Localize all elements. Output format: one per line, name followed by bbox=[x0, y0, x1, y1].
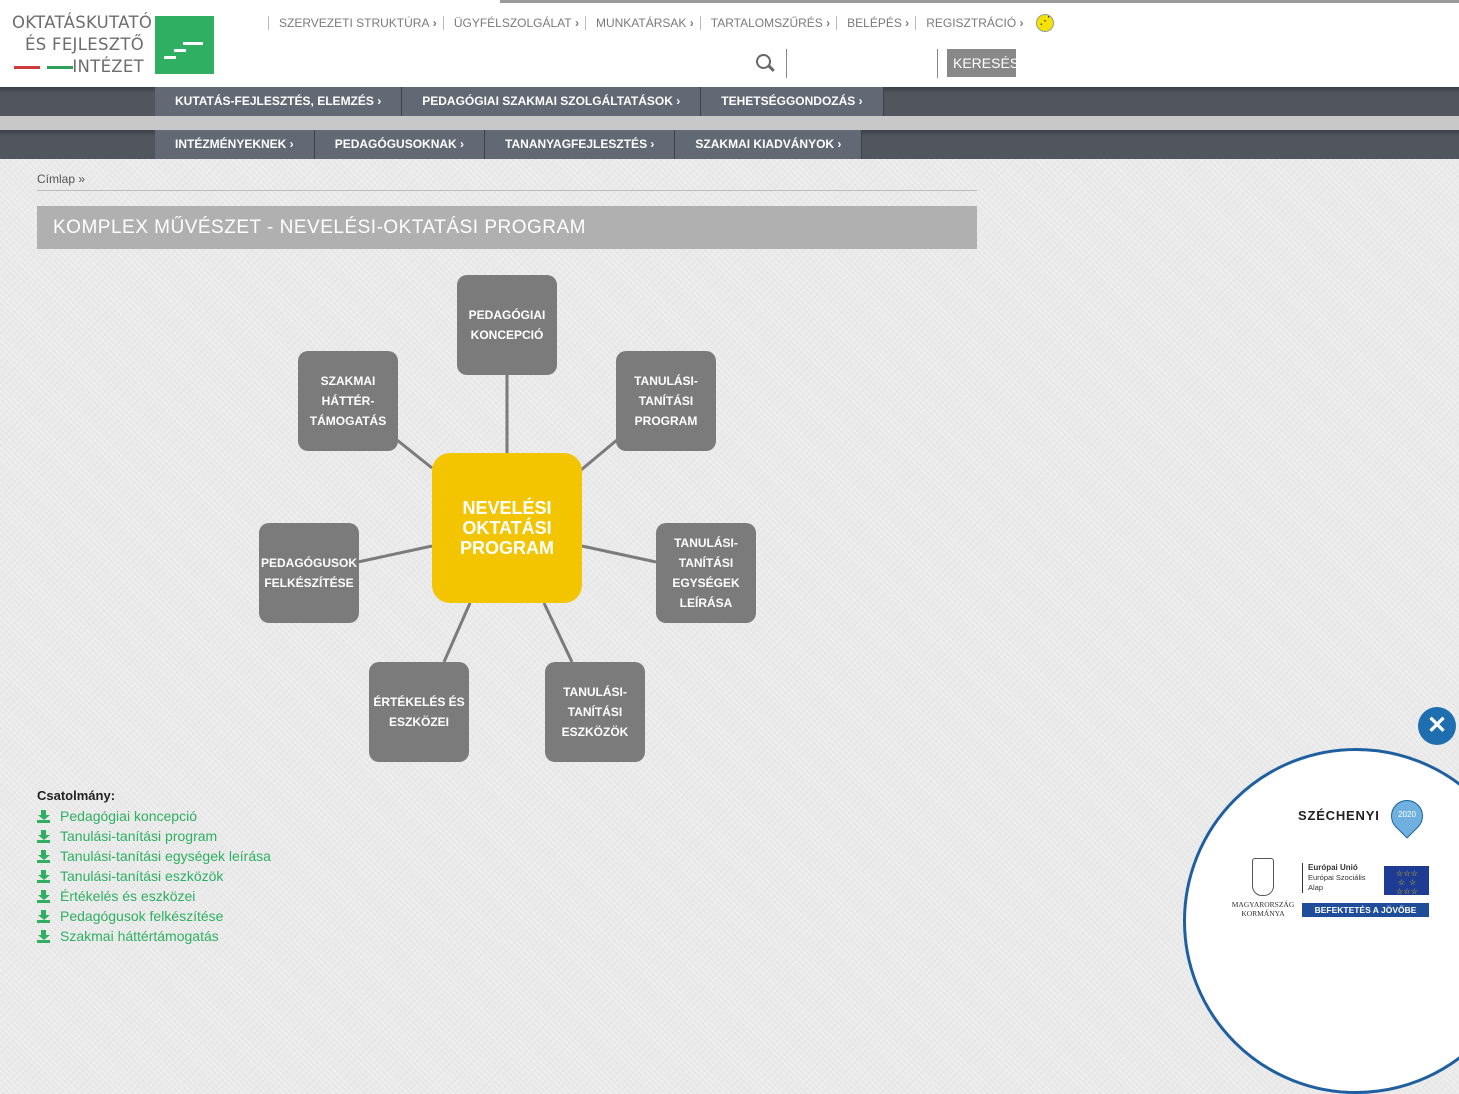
attachment-link-eszkozok[interactable]: Tanulási-tanítási eszközök bbox=[60, 868, 223, 884]
eu-line: Alap bbox=[1308, 883, 1324, 892]
connector-bottom-left bbox=[442, 602, 472, 663]
befektetes-banner: BEFEKTETÉS A JÖVŐBE bbox=[1302, 903, 1429, 917]
node-text: TANÍTÁSI bbox=[567, 705, 623, 719]
node-text: ESZKÖZÖK bbox=[561, 725, 629, 739]
center-text: NEVELÉSI bbox=[462, 498, 552, 518]
szechenyi-pin-label: 2020 bbox=[1398, 810, 1416, 819]
node-tanulasi-tanitasi-eszkozok[interactable]: TANULÁSI- TANÍTÁSI ESZKÖZÖK bbox=[545, 662, 645, 762]
connector-bottom-right bbox=[542, 602, 574, 663]
node-ertekeles-es-eszkozei[interactable]: ÉRTÉKELÉS ÉS ESZKÖZEI bbox=[369, 662, 469, 762]
node-text: TANÍTÁSI bbox=[638, 394, 694, 408]
node-tanulasi-tanitasi-egysegek[interactable]: TANULÁSI- TANÍTÁSI EGYSÉGEK LEÍRÁSA bbox=[656, 523, 756, 623]
attachment-link-tanulasi-tanitasi-program[interactable]: Tanulási-tanítási program bbox=[60, 828, 217, 844]
center-text: PROGRAM bbox=[460, 538, 554, 558]
close-icon[interactable]: ✕ bbox=[1418, 707, 1456, 745]
center-text: OKTATÁSI bbox=[462, 518, 552, 538]
node-text: HÁTTÉR- bbox=[321, 394, 375, 408]
node-tanulasi-tanitasi-program[interactable]: TANULÁSI- TANÍTÁSI PROGRAM bbox=[616, 351, 716, 451]
node-text: ÉRTÉKELÉS ÉS bbox=[373, 695, 465, 709]
program-diagram: PEDAGÓGIAI KONCEPCIÓ TANULÁSI- TANÍTÁSI PRO… bbox=[0, 0, 1000, 780]
download-icon bbox=[37, 889, 50, 903]
node-text: PROGRAM bbox=[634, 414, 698, 428]
eu-line: Európai Szociális bbox=[1308, 873, 1366, 882]
node-pedagogiai-koncepcio[interactable]: PEDAGÓGIAI KONCEPCIÓ bbox=[457, 275, 557, 375]
download-icon bbox=[37, 829, 50, 843]
accessibility-icon[interactable] bbox=[1035, 14, 1054, 32]
node-szakmai-hattertamogatas[interactable]: SZAKMAI HÁTTÉR- TÁMOGATÁS bbox=[298, 351, 398, 451]
attachment-link-ertekeles[interactable]: Értékelés és eszközei bbox=[60, 888, 195, 904]
node-text: TÁMOGATÁS bbox=[309, 414, 387, 428]
government-label: MAGYARORSZÁG KORMÁNYA bbox=[1229, 900, 1297, 918]
attachment-link-egysegek-leirasa[interactable]: Tanulási-tanítási egységek leírása bbox=[60, 848, 271, 864]
eu-fund-label: Európai Unió Európai Szociális Alap bbox=[1302, 863, 1366, 893]
attachment-link-pedagogusok-felkeszitese[interactable]: Pedagógusok felkészítése bbox=[60, 908, 223, 924]
connector-top-left bbox=[396, 438, 433, 470]
connector-top-right bbox=[580, 438, 618, 472]
diagram-connectors bbox=[357, 374, 657, 663]
node-pedagogusok-felkeszitese[interactable]: PEDAGÓGUSOK FELKÉSZÍTÉSE bbox=[259, 523, 359, 623]
eu-flag-icon: ☆ ☆ ☆ ☆ ☆ ☆ ☆ ☆ bbox=[1384, 866, 1429, 896]
download-icon bbox=[37, 809, 50, 823]
attachments-label: Csatolmány: bbox=[37, 788, 116, 803]
download-icon bbox=[37, 909, 50, 923]
szechenyi-badge[interactable] bbox=[1183, 748, 1459, 1094]
node-text: ESZKÖZEI bbox=[388, 715, 449, 729]
connector-right bbox=[581, 544, 657, 564]
government-line: MAGYARORSZÁG bbox=[1231, 900, 1295, 909]
node-text: FELKÉSZÍTÉSE bbox=[264, 576, 354, 590]
node-text: EGYSÉGEK bbox=[672, 576, 740, 590]
node-text: TANÍTÁSI bbox=[678, 556, 734, 570]
download-icon bbox=[37, 849, 50, 863]
szechenyi-label: SZÉCHENYI bbox=[1298, 808, 1380, 823]
node-nevelesi-oktatasi-program[interactable]: NEVELÉSI OKTATÁSI PROGRAM bbox=[432, 453, 582, 603]
node-text: KONCEPCIÓ bbox=[470, 328, 544, 342]
node-text: TANULÁSI- bbox=[634, 374, 698, 388]
attachment-item: Tanulási-tanítási eszközök bbox=[37, 866, 271, 886]
attachment-link-pedagogiai-koncepcio[interactable]: Pedagógiai koncepció bbox=[60, 808, 197, 824]
coat-of-arms-icon bbox=[1252, 858, 1274, 896]
node-text: PEDAGÓGIAI bbox=[468, 308, 546, 322]
attachment-item: Pedagógiai koncepció bbox=[37, 806, 271, 826]
government-line: KORMÁNYA bbox=[1241, 909, 1285, 918]
attachment-item: Szakmai háttértámogatás bbox=[37, 926, 271, 946]
attachment-link-hattertamogatas[interactable]: Szakmai háttértámogatás bbox=[60, 928, 219, 944]
attachment-item: Pedagógusok felkészítése bbox=[37, 906, 271, 926]
node-text: LEÍRÁSA bbox=[679, 596, 733, 610]
node-text: PEDAGÓGUSOK bbox=[260, 556, 357, 570]
connector-left bbox=[357, 544, 433, 564]
attachment-item: Tanulási-tanítási egységek leírása bbox=[37, 846, 271, 866]
node-text: SZAKMAI bbox=[320, 374, 376, 388]
node-text: TANULÁSI- bbox=[674, 536, 738, 550]
attachments: Csatolmány: Pedagógiai koncepció Tanulás… bbox=[37, 788, 271, 946]
eu-line: Európai Unió bbox=[1308, 863, 1358, 872]
node-text: TANULÁSI- bbox=[563, 685, 627, 699]
attachment-item: Értékelés és eszközei bbox=[37, 886, 271, 906]
download-icon bbox=[37, 929, 50, 943]
download-icon bbox=[37, 869, 50, 883]
attachment-item: Tanulási-tanítási program bbox=[37, 826, 271, 846]
